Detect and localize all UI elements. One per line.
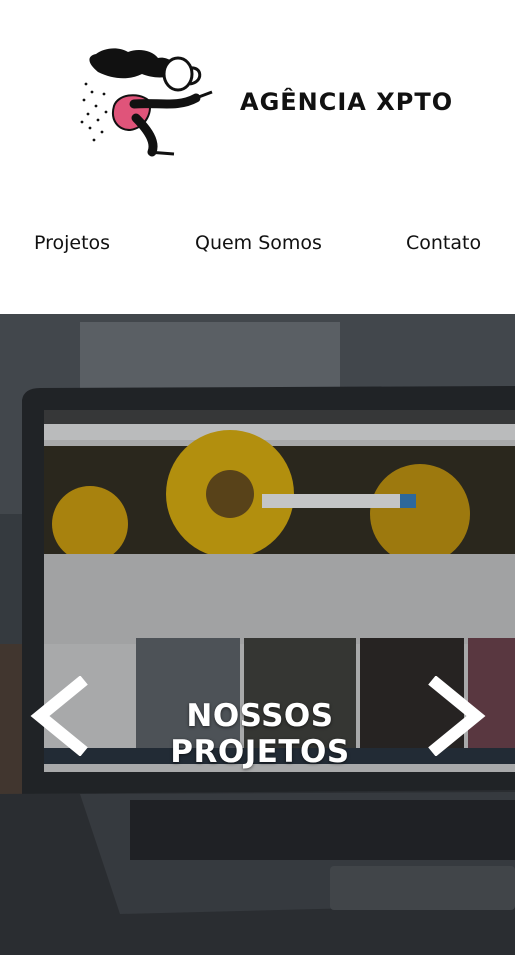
site-header: AGÊNCIA XPTO bbox=[0, 0, 515, 200]
hero-title: NOSSOS PROJETOS bbox=[170, 698, 350, 770]
chevron-left-icon[interactable] bbox=[30, 676, 88, 756]
main-nav: Projetos Quem Somos Contato bbox=[0, 232, 515, 256]
nav-item-contato[interactable]: Contato bbox=[406, 232, 481, 254]
nav-item-projetos[interactable]: Projetos bbox=[34, 232, 110, 254]
chevron-right-icon[interactable] bbox=[428, 676, 486, 756]
logo-illustration bbox=[80, 48, 213, 157]
hero-image-laptop bbox=[0, 314, 515, 955]
hero-carousel bbox=[0, 314, 515, 955]
nav-item-quem-somos[interactable]: Quem Somos bbox=[195, 232, 322, 254]
brand-name[interactable]: AGÊNCIA XPTO bbox=[240, 88, 453, 116]
